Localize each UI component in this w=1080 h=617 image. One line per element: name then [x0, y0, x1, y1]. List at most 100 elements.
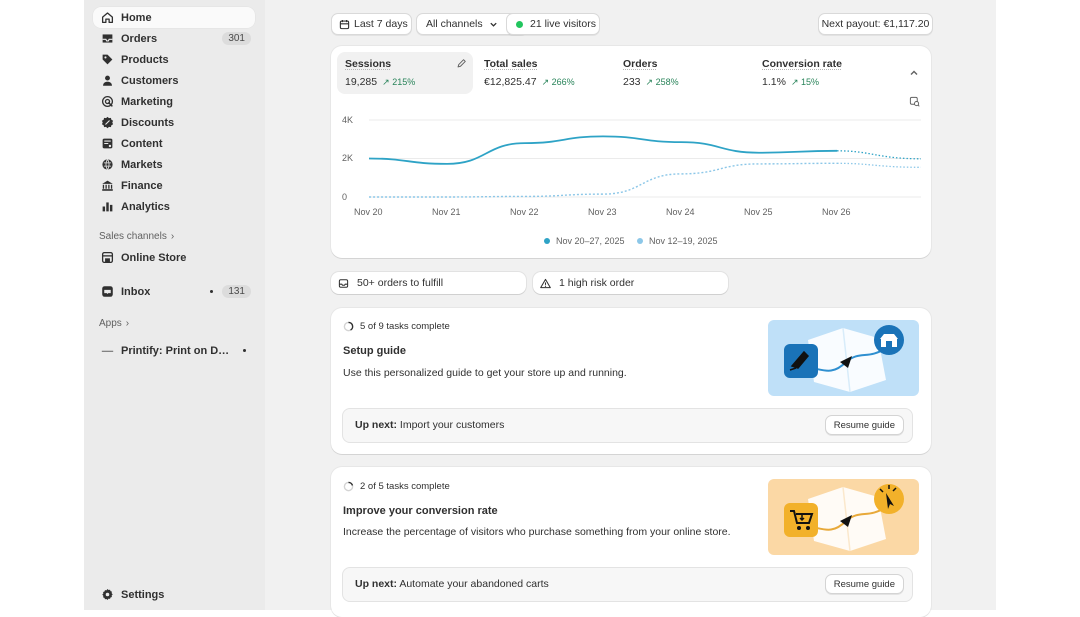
apps-label: Apps — [99, 318, 122, 329]
orders-to-fulfill-button[interactable]: 50+ orders to fulfill — [331, 272, 526, 294]
sidebar-item-label: Orders — [121, 32, 158, 45]
next-payout-button[interactable]: Next payout: €1,117.20 — [818, 13, 933, 35]
progress-ring-icon — [343, 321, 354, 332]
x-tick-label: Nov 23 — [588, 207, 617, 217]
home-icon — [100, 11, 114, 25]
sidebar-item-content[interactable]: Content — [93, 133, 255, 154]
setup-guide-card: 5 of 9 tasks complete Setup guide Use th… — [331, 308, 931, 454]
globe-icon — [100, 158, 114, 172]
x-tick-label: Nov 26 — [822, 207, 851, 217]
sidebar-item-inbox[interactable]: Inbox 131 — [93, 281, 255, 302]
tag-icon — [100, 53, 114, 67]
sidebar-item-marketing[interactable]: Marketing — [93, 91, 255, 112]
resume-guide-button[interactable]: Resume guide — [824, 574, 904, 594]
high-risk-order-button[interactable]: 1 high risk order — [533, 272, 728, 294]
sessions-line-chart — [368, 119, 922, 198]
sidebar-item-online-store[interactable]: Online Store — [93, 247, 255, 268]
app-status-dot — [243, 349, 246, 352]
legend-label: Nov 12–19, 2025 — [649, 236, 718, 246]
sidebar-item-printify[interactable]: Printify: Print on Dem... — [93, 340, 255, 361]
sales-channels-header[interactable]: Sales channels › — [99, 231, 174, 242]
bar-chart-icon — [100, 200, 114, 214]
apps-header[interactable]: Apps › — [99, 318, 129, 329]
task-description: Use this personalized guide to get your … — [343, 367, 627, 379]
sidebar-item-label: Content — [121, 137, 163, 150]
printify-logo-icon — [100, 344, 114, 358]
progress-ring-icon — [343, 481, 354, 492]
resume-guide-button[interactable]: Resume guide — [824, 415, 904, 435]
payout-label: Next payout: €1,117.20 — [821, 18, 930, 30]
date-range-button[interactable]: Last 7 days — [331, 13, 412, 35]
series-line-previous — [369, 162, 838, 198]
inbox-tray-icon — [338, 278, 349, 289]
x-tick-label: Nov 21 — [432, 207, 461, 217]
sidebar-item-label: Marketing — [121, 95, 173, 108]
live-status-dot — [516, 20, 523, 28]
sidebar-item-finance[interactable]: Finance — [93, 175, 255, 196]
task-progress-label: 5 of 9 tasks complete — [360, 321, 450, 332]
date-range-label: Last 7 days — [354, 18, 408, 30]
sidebar-item-label: Online Store — [121, 251, 187, 264]
sidebar-item-label: Home — [121, 11, 152, 24]
store-icon — [100, 251, 114, 265]
setup-guide-illustration — [768, 320, 919, 396]
sidebar-item-label: Markets — [121, 158, 163, 171]
live-visitors-button[interactable]: 21 live visitors — [506, 13, 600, 35]
sidebar-item-analytics[interactable]: Analytics — [93, 196, 255, 217]
discount-icon — [100, 116, 114, 130]
orders-icon — [100, 32, 114, 46]
inbox-app-icon — [100, 285, 114, 299]
conversion-rate-illustration — [768, 479, 919, 555]
high-risk-order-label: 1 high risk order — [559, 277, 635, 289]
sidebar: Home Orders 301 Products Customers Marke… — [84, 0, 265, 610]
legend-item-previous: Nov 12–19, 2025 — [637, 236, 718, 246]
sidebar-item-settings[interactable]: Settings — [93, 584, 255, 605]
x-tick-label: Nov 20 — [354, 207, 383, 217]
target-icon — [100, 95, 114, 109]
up-next-bar: Up next: Import your customers Resume gu… — [342, 408, 913, 443]
task-title: Improve your conversion rate — [343, 505, 498, 517]
task-description: Increase the percentage of visitors who … — [343, 526, 731, 538]
up-next-label: Up next: — [355, 419, 397, 431]
conversion-rate-card: 2 of 5 tasks complete Improve your conve… — [331, 467, 931, 617]
warning-icon — [540, 278, 551, 289]
sidebar-item-label: Inbox — [121, 285, 151, 298]
bank-icon — [100, 179, 114, 193]
sidebar-item-customers[interactable]: Customers — [93, 70, 255, 91]
up-next-task: Automate your abandoned carts — [399, 578, 549, 590]
person-icon — [100, 74, 114, 88]
sidebar-item-label: Customers — [121, 74, 179, 87]
analytics-card: Sessions 19,285 ↗ 215% Total sales €12,82… — [331, 46, 931, 258]
orders-to-fulfill-label: 50+ orders to fulfill — [357, 277, 444, 289]
sidebar-item-discounts[interactable]: Discounts — [93, 112, 255, 133]
sales-channels-label: Sales channels — [99, 231, 167, 242]
legend-swatch — [637, 238, 643, 244]
sidebar-item-label: Discounts — [121, 116, 175, 129]
sidebar-item-orders[interactable]: Orders 301 — [93, 28, 255, 49]
sidebar-item-home[interactable]: Home — [93, 7, 255, 28]
main-content: Last 7 days All channels 21 live visitor… — [265, 0, 996, 617]
legend-swatch — [544, 238, 550, 244]
gear-icon — [100, 588, 114, 602]
chevron-down-icon — [489, 20, 498, 29]
sidebar-item-products[interactable]: Products — [93, 49, 255, 70]
inbox-count-badge: 131 — [222, 285, 251, 298]
sidebar-item-label: Finance — [121, 179, 163, 192]
series-line-incomplete — [836, 162, 922, 168]
sidebar-item-markets[interactable]: Markets — [93, 154, 255, 175]
legend-item-current: Nov 20–27, 2025 — [544, 236, 625, 246]
chevron-right-icon: › — [170, 231, 175, 242]
task-progress: 2 of 5 tasks complete — [343, 481, 450, 492]
x-tick-label: Nov 22 — [510, 207, 539, 217]
chevron-right-icon: › — [125, 318, 130, 329]
up-next-task: Import your customers — [399, 419, 505, 431]
task-progress-label: 2 of 5 tasks complete — [360, 481, 450, 492]
series-line-current — [368, 135, 838, 165]
x-tick-label: Nov 25 — [744, 207, 773, 217]
calendar-icon — [339, 19, 350, 30]
app-frame: Home Orders 301 Products Customers Marke… — [84, 0, 996, 617]
legend-label: Nov 20–27, 2025 — [556, 236, 625, 246]
channels-label: All channels — [426, 18, 483, 30]
x-tick-label: Nov 24 — [666, 207, 695, 217]
sidebar-item-label: Products — [121, 53, 169, 66]
